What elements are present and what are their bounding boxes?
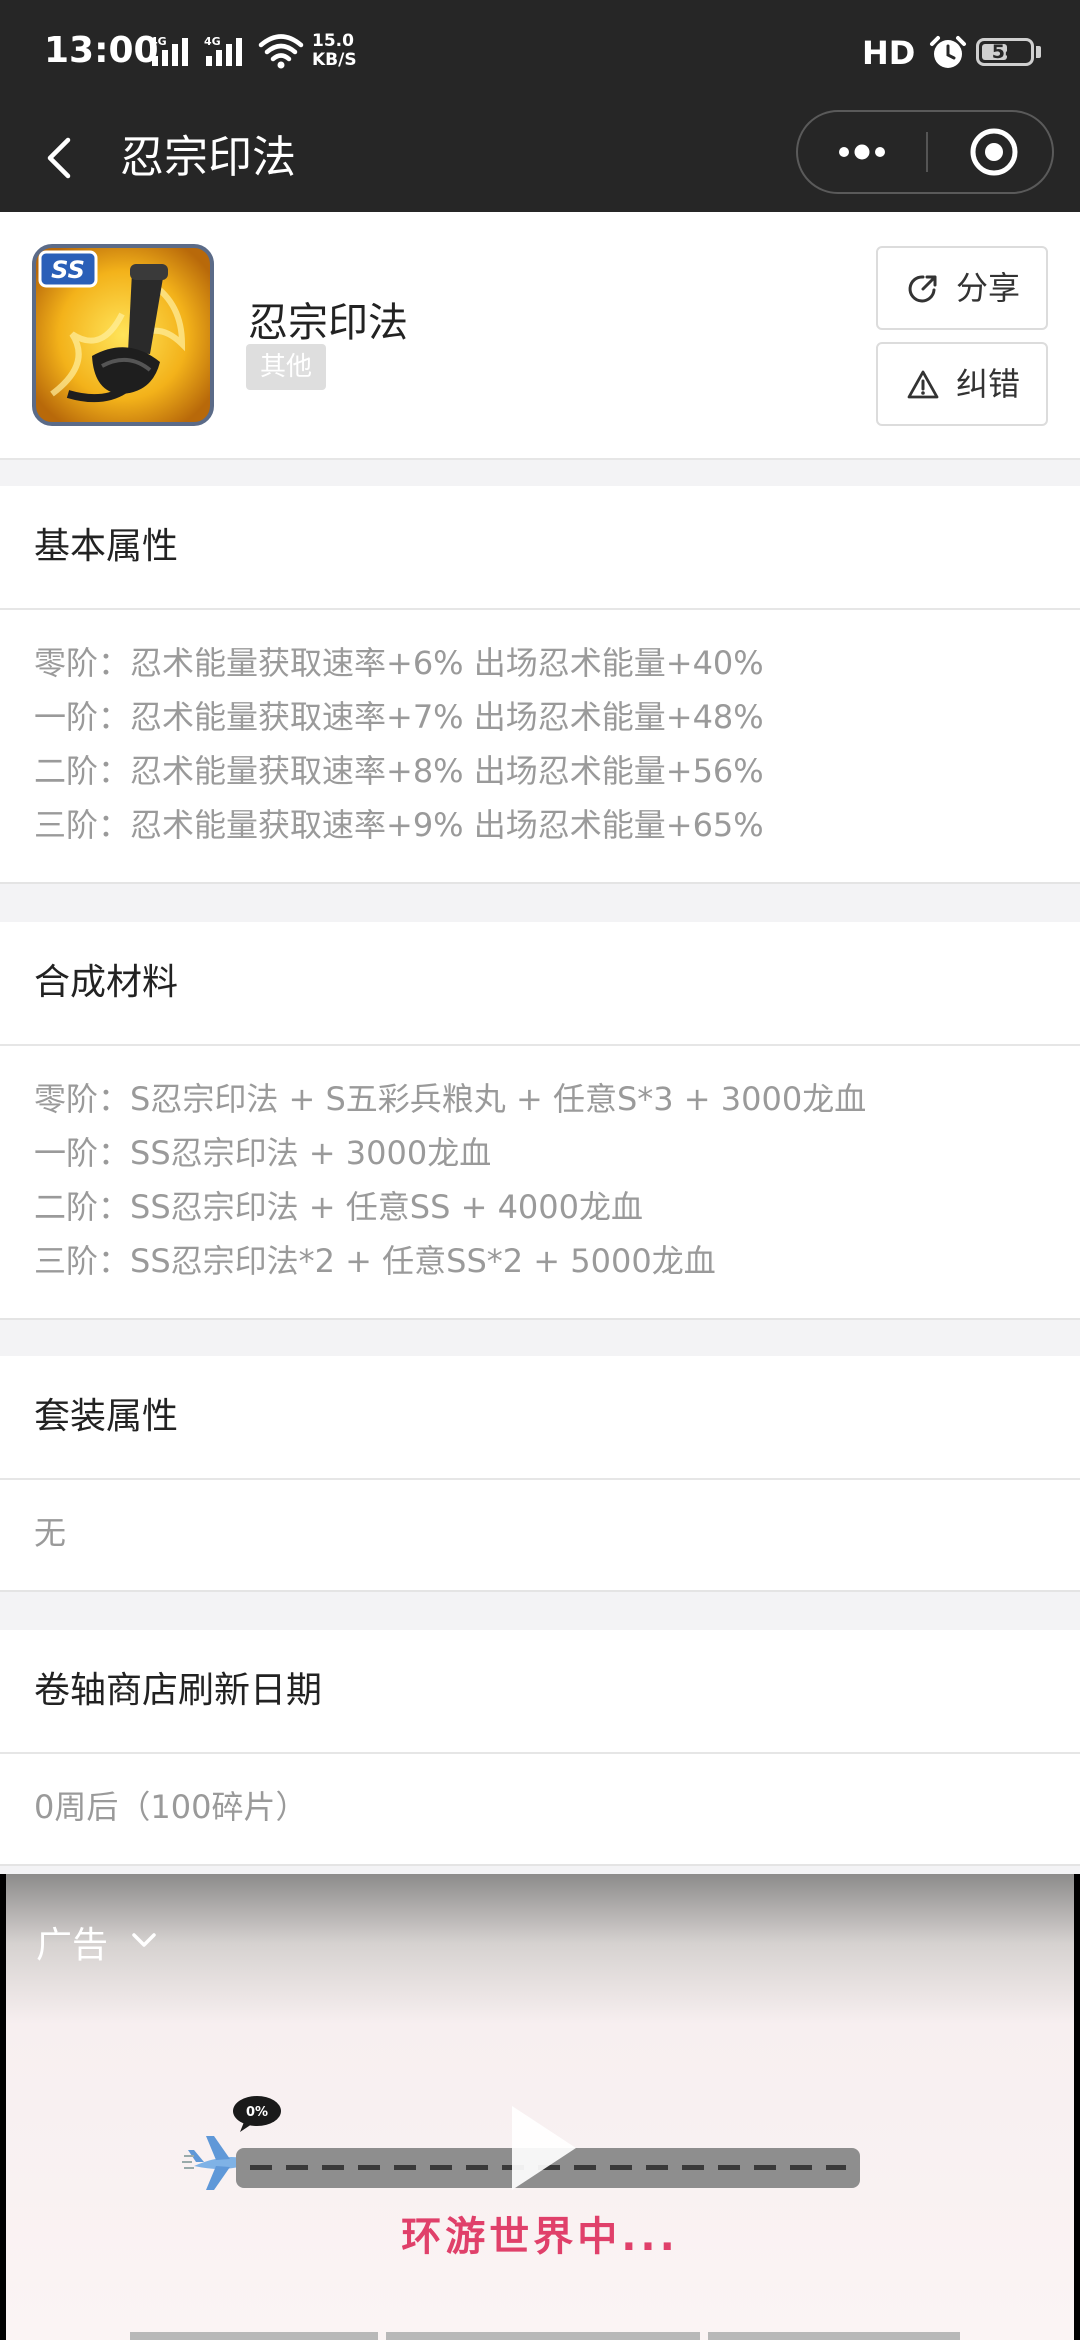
page-title: 忍宗印法 (120, 132, 296, 183)
attribute-line: 三阶：忍术能量获取速率+9% 出场忍术能量+65% (34, 806, 764, 844)
ad-bottom-bars (130, 2332, 960, 2340)
item-header: SS 忍宗印法 其他 分享 纠错 (0, 212, 1080, 460)
cellular-signal-icon: 4G (150, 34, 198, 72)
section-shop-refresh-date: 卷轴商店刷新日期 0周后（100碎片） (0, 1630, 1080, 1866)
hd-indicator: HD (862, 34, 916, 72)
section-title: 套装属性 (0, 1356, 1080, 1480)
progress-bubble-text: 0% (246, 2105, 268, 2120)
status-time: 13:00 (44, 30, 159, 71)
item-name: 忍宗印法 (248, 300, 408, 346)
speed-value: 15.0 (312, 31, 354, 51)
ad-bar (708, 2332, 960, 2340)
share-button[interactable]: 分享 (876, 246, 1048, 330)
section-body: 无 (0, 1480, 1080, 1590)
mini-program-capsule (796, 110, 1054, 194)
attribute-line: 一阶：忍术能量获取速率+7% 出场忍术能量+48% (34, 698, 764, 736)
status-bar: 13:00 4G 4G 15.0 KB/S HD 54 (0, 0, 1080, 108)
section-title: 合成材料 (0, 922, 1080, 1046)
share-label: 分享 (956, 269, 1021, 307)
material-line: 二阶：SS忍宗印法 + 任意SS + 4000龙血 (34, 1188, 644, 1226)
play-icon[interactable] (504, 2100, 584, 2200)
material-line: 一阶：SS忍宗印法 + 3000龙血 (34, 1134, 492, 1172)
battery-percentage: 54 (991, 41, 1019, 63)
ad-bar (130, 2332, 378, 2340)
more-options-icon[interactable] (798, 112, 924, 192)
section-body: 0周后（100碎片） (0, 1754, 1080, 1864)
back-arrow-icon[interactable] (38, 128, 78, 192)
ad-video-frame[interactable]: 广告 0% 环游世界中... (6, 1874, 1074, 2340)
network-type-2: 4G (204, 35, 221, 48)
ad-bar (386, 2332, 700, 2340)
video-advertisement[interactable]: 广告 0% 环游世界中... (0, 1874, 1080, 2340)
network-type-1: 4G (150, 35, 167, 48)
share-icon (906, 272, 940, 314)
ad-label[interactable]: 广告 (36, 1916, 108, 1968)
cellular-signal-icon: 4G (204, 34, 252, 72)
material-line: 三阶：SS忍宗印法*2 + 任意SS*2 + 5000龙血 (34, 1242, 716, 1280)
network-speed: 15.0 KB/S (312, 32, 357, 70)
close-mini-program-icon[interactable] (928, 112, 1052, 192)
wifi-icon (258, 32, 304, 74)
attribute-line: 二阶：忍术能量获取速率+8% 出场忍术能量+56% (34, 752, 764, 790)
alarm-icon (928, 34, 968, 74)
speed-unit: KB/S (312, 50, 357, 70)
section-set-attributes: 套装属性 无 (0, 1356, 1080, 1592)
material-line: 零阶：S忍宗印法 + S五彩兵粮丸 + 任意S*3 + 3000龙血 (34, 1080, 867, 1118)
report-error-button[interactable]: 纠错 (876, 342, 1048, 426)
section-title: 卷轴商店刷新日期 (0, 1630, 1080, 1754)
set-attribute-line: 无 (34, 1514, 67, 1552)
attribute-line: 零阶：忍术能量获取速率+6% 出场忍术能量+40% (34, 644, 764, 682)
item-rarity-badge: SS (51, 256, 85, 284)
chevron-down-icon[interactable] (130, 1930, 158, 1954)
battery-tip (1036, 46, 1041, 58)
section-title: 基本属性 (0, 486, 1080, 610)
report-error-label: 纠错 (956, 365, 1021, 403)
navigation-bar: 忍宗印法 (0, 108, 1080, 212)
section-crafting-materials: 合成材料 零阶：S忍宗印法 + S五彩兵粮丸 + 任意S*3 + 3000龙血 … (0, 922, 1080, 1320)
section-basic-attributes: 基本属性 零阶：忍术能量获取速率+6% 出场忍术能量+40% 一阶：忍术能量获取… (0, 486, 1080, 884)
section-body: 零阶：S忍宗印法 + S五彩兵粮丸 + 任意S*3 + 3000龙血 一阶：SS… (0, 1046, 1080, 1318)
item-scroll-image: SS (32, 244, 214, 426)
battery-indicator: 54 (976, 38, 1034, 66)
item-category-tag: 其他 (246, 344, 327, 390)
ad-loading-text: 环游世界中... (401, 2214, 679, 2260)
section-body: 零阶：忍术能量获取速率+6% 出场忍术能量+40% 一阶：忍术能量获取速率+7%… (0, 610, 1080, 882)
refresh-date-line: 0周后（100碎片） (34, 1788, 308, 1826)
warning-icon (906, 368, 940, 410)
